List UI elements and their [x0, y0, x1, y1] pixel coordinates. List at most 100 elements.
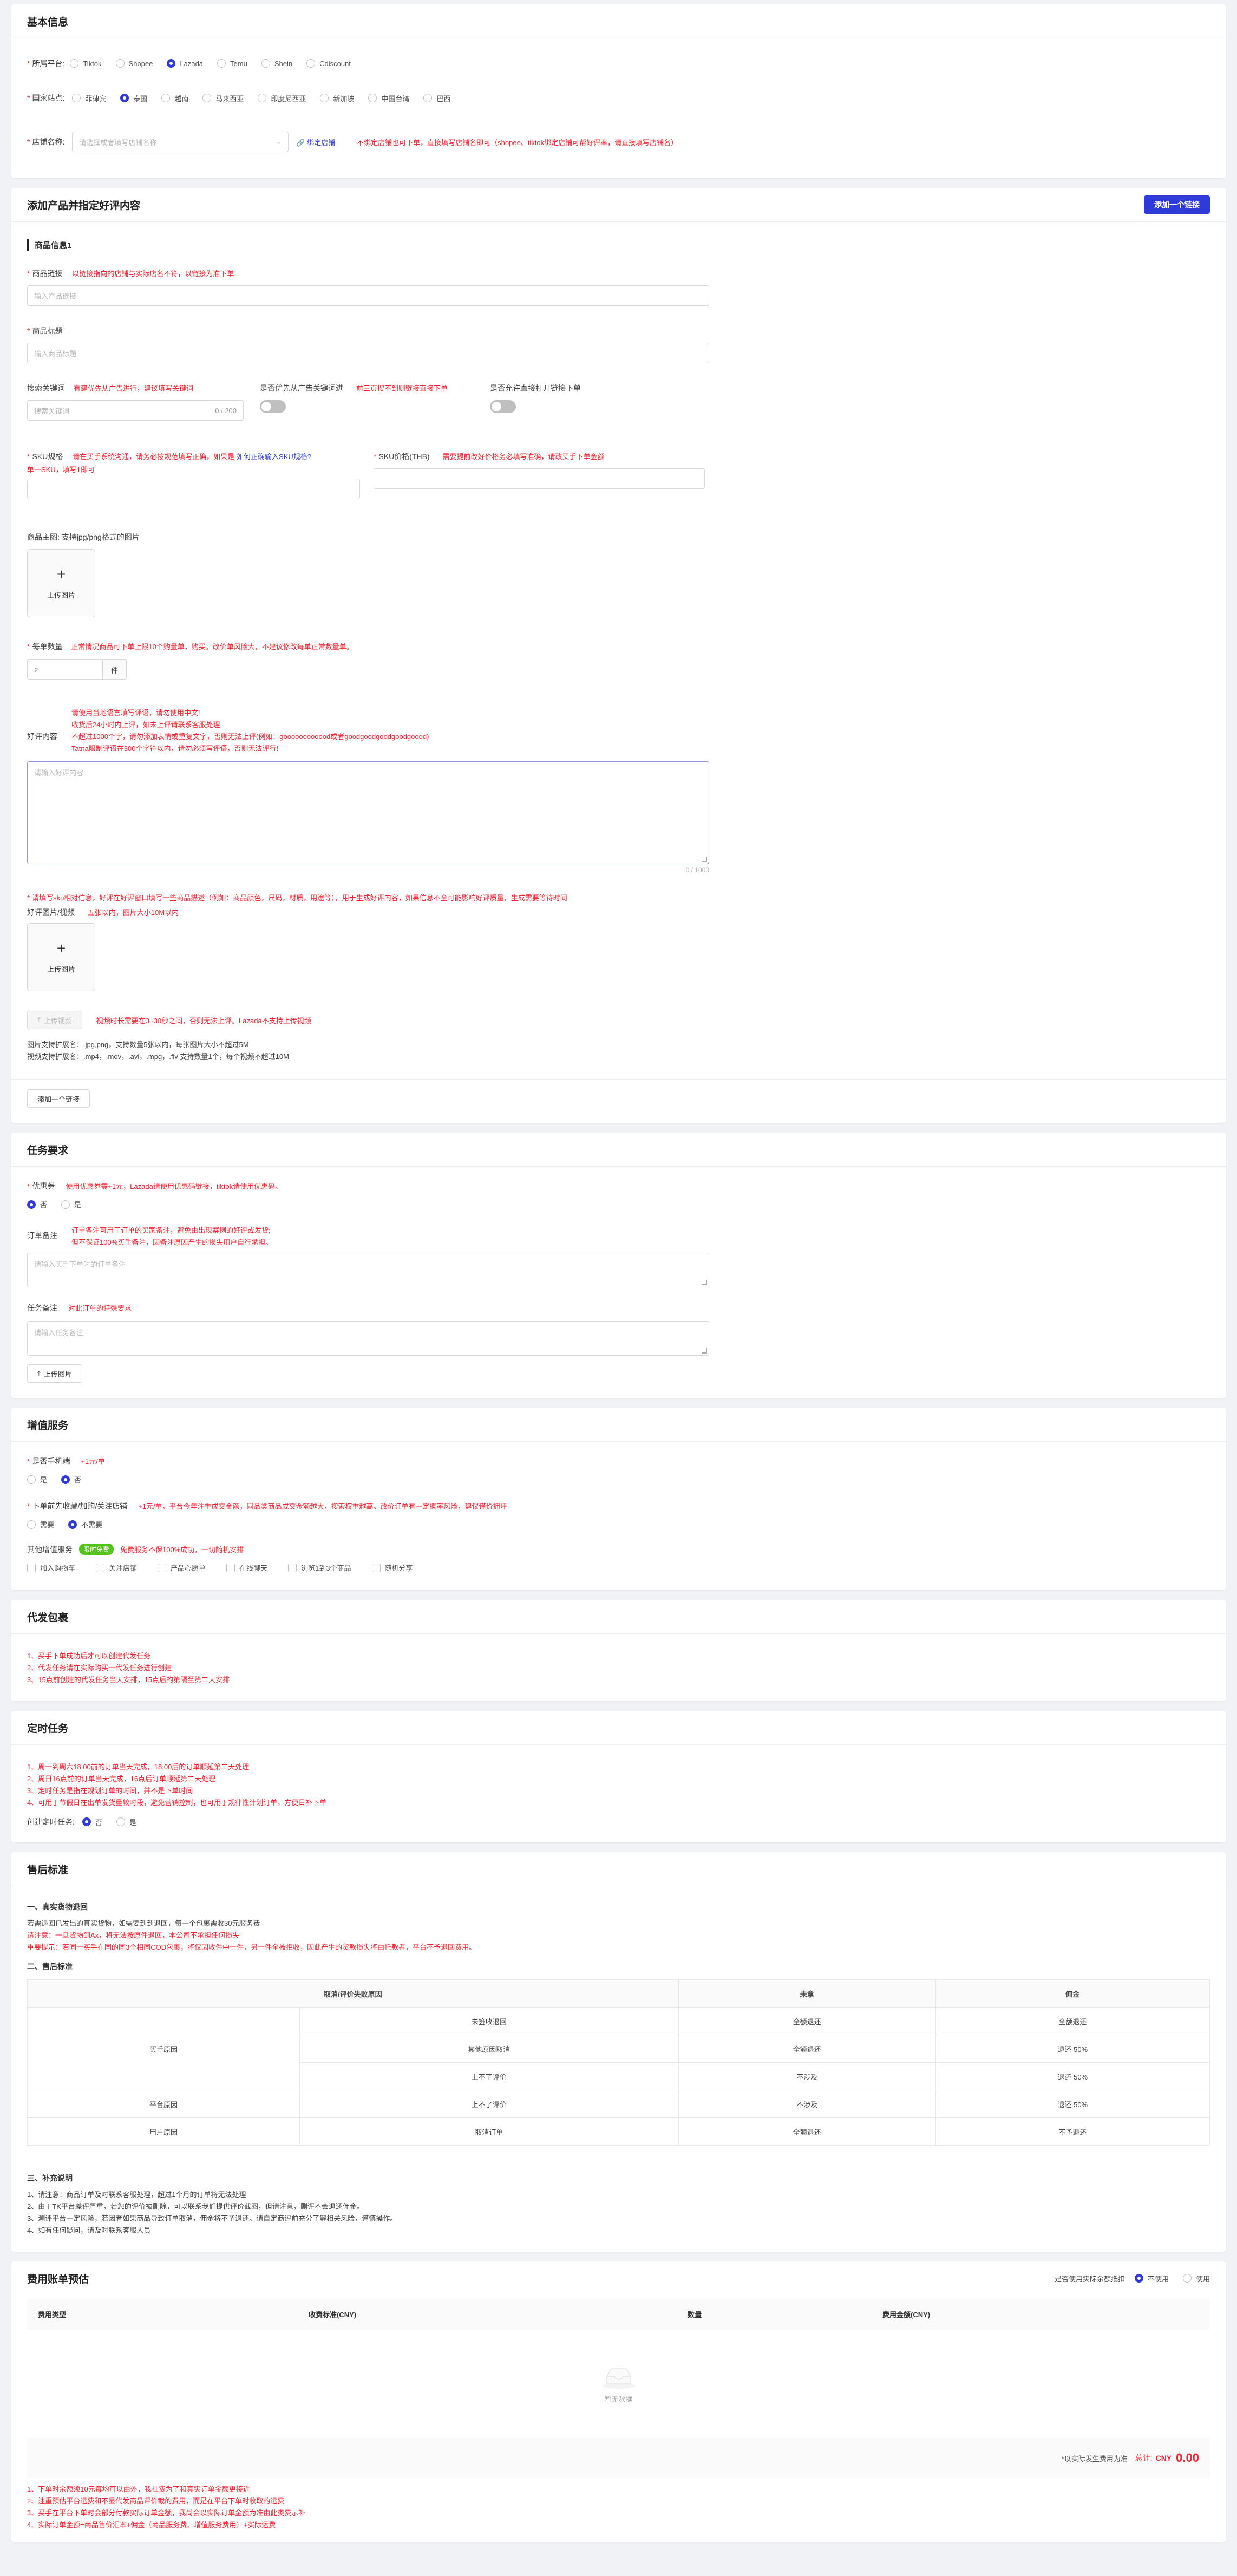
direct-open-switch[interactable] [490, 400, 516, 413]
table-cell-fee: 全额退还 [935, 2007, 1210, 2035]
order-note-textarea[interactable]: 请输入买手下单时的订单备注 [27, 1253, 709, 1287]
platform-label: 所属平台: [27, 58, 64, 69]
review-hint-4: Tatna限制评语在300个字符以内，请勿必须写评语，否则无法评行! [71, 744, 279, 753]
add-link-bottom-button[interactable]: 添加一个链接 [27, 1089, 90, 1108]
table-row: 用户原因 取消订单 全额退还 不予退还 [27, 2117, 1210, 2146]
upload-icon: ⤒ [37, 1369, 41, 1377]
upload-icon: ⤒ [37, 1016, 41, 1024]
ad-keyword-label: 是否优先从广告关键词进 [260, 384, 343, 393]
country-option-my[interactable]: 马来西亚 [202, 93, 244, 103]
platform-option-cdiscount[interactable]: Cdiscount [306, 59, 351, 68]
keyword-count: 0 / 200 [215, 406, 237, 415]
fee-empty-state: 暂无数据 [27, 2330, 1210, 2438]
review-textarea[interactable]: 请输入好评内容 [27, 761, 709, 864]
stock-hint: +1元/单，平台今年注重成交金额，同品类商品成交金额越大，搜索权重越高。改价订单… [138, 1502, 507, 1511]
order-note-hint-1: 订单备注可用于订单的买家备注，避免由出现案例的好评或发货; [71, 1226, 271, 1234]
shop-select[interactable]: 请选择或者填写店铺名称 ⌄ [72, 132, 289, 152]
country-option-tw[interactable]: 中国台湾 [368, 93, 409, 103]
table-cell-reason: 其他原因取消 [299, 2035, 679, 2063]
fee-total-bar: *以实际发生费用为准 总计: CNY 0.00 [27, 2438, 1210, 2478]
coupon-hint: 使用优惠券需+1元，Lazada请使用优惠码链接，tiktok请使用优惠码。 [66, 1182, 283, 1191]
table-cell-reason: 未签收退回 [299, 2007, 679, 2035]
country-option-sg[interactable]: 新加坡 [320, 93, 354, 103]
sku-input[interactable] [27, 479, 360, 499]
phone-options: 是 否 [27, 1474, 1210, 1485]
schedule-create-row: 创建定时任务: 否 是 [27, 1816, 1210, 1827]
review-photo-upload[interactable]: + 上传图片 [27, 923, 95, 991]
phone-option-yes[interactable]: 是 [27, 1474, 47, 1485]
aftersale-title: 售后标准 [11, 1852, 1226, 1886]
free-tag: 限时免费 [79, 1544, 114, 1555]
schedule-option-yes[interactable]: 是 [116, 1817, 136, 1827]
phone-hint: +1元/单 [81, 1457, 105, 1466]
aftersale-p1: 若需退回已发出的真实货物，如需要到到退回，每一个包裹需收30元服务费 [27, 1919, 260, 1927]
product-link-input[interactable]: 输入产品链接 [27, 285, 709, 306]
review-block: 好评内容 请使用当地语言填写评语，请勿使用中文! 收货后24小时内上评，如未上评… [27, 707, 1210, 874]
sku-price-hint: 需要提前改好价格务必填写准确，请改买手下单金额 [442, 453, 605, 461]
coupon-option-yes[interactable]: 是 [61, 1199, 81, 1209]
aftersale-note-3: 3、测评平台一定风险，若因者如果商品导致订单取消，佣金将不予退还。请自定商评前充… [27, 2214, 397, 2222]
sku-price-label: SKU价格(THB) [374, 452, 430, 461]
ad-keyword-switch[interactable] [260, 400, 286, 413]
platform-option-tiktok[interactable]: Tiktok [70, 59, 102, 68]
table-header-reason: 取消/评价失败原因 [27, 1979, 679, 2008]
schedule-create-label: 创建定时任务: [27, 1817, 75, 1826]
keyword-row: 搜索关键词 有建优先从广告进行，建议填写关键词 搜索关键词 0 / 200 是否优… [27, 383, 1210, 421]
sku-hint: 请在买手系统沟通，请务必按规范填写正确，如果是 [73, 453, 235, 461]
platform-row: 所属平台: Tiktok Shopee Lazada Temu Shein Cd… [27, 58, 1210, 69]
keyword-input[interactable]: 搜索关键词 0 / 200 [27, 400, 244, 421]
sku-price-input[interactable] [374, 468, 705, 489]
option-follow-shop[interactable]: 关注店铺 [96, 1562, 137, 1573]
option-wishlist[interactable]: 产品心愿单 [158, 1562, 206, 1573]
quantity-block: 每单数量 正常情况商品可下单上限10个购量单，购买。改价单风险大，不建议修改每单… [27, 641, 1210, 680]
basic-info-title: 基本信息 [11, 4, 1226, 38]
task-note-textarea[interactable]: 请输入任务备注 [27, 1321, 709, 1356]
platform-option-temu[interactable]: Temu [217, 59, 247, 68]
country-option-id[interactable]: 印度尼西亚 [258, 93, 306, 103]
option-share[interactable]: 随机分享 [371, 1562, 413, 1573]
bind-shop-link[interactable]: 🔗 绑定店铺 [296, 137, 335, 147]
keyword-label: 搜索关键词 [27, 384, 65, 393]
table-cell-not: 不涉及 [678, 2062, 936, 2090]
sku-hint-single: 单一SKU，填写1即可 [27, 466, 95, 474]
upload-video-button[interactable]: ⤒ 上传视频 [27, 1011, 82, 1029]
balance-option-no[interactable]: 不使用 [1134, 2273, 1169, 2284]
add-link-button[interactable]: 添加一个链接 [1144, 195, 1210, 214]
coupon-option-no[interactable]: 否 [27, 1199, 47, 1209]
sku-help-link[interactable]: 如何正确输入SKU规格? [237, 453, 311, 461]
value-title: 增值服务 [11, 1408, 1226, 1442]
schedule-line-3: 3、定时任务是指在规划订单的时间，并不是下单时间 [27, 1787, 193, 1795]
platform-option-shein[interactable]: Shein [261, 59, 292, 68]
country-option-th[interactable]: 泰国 [120, 93, 147, 103]
option-browse[interactable]: 浏览1到3个商品 [288, 1562, 351, 1573]
stock-option-need[interactable]: 需要 [27, 1519, 54, 1529]
schedule-line-1: 1、周一到周六18:00前的订单当天完成，18:00后的订单顺延第二天处理 [27, 1763, 250, 1771]
fee-card: 费用账单预估 是否使用实际余额抵扣 不使用 使用 费用类型 收费标准(CNY) … [11, 2261, 1226, 2542]
schedule-line-2: 2、周日16点前的订单当天完成，16点后订单顺延第二天处理 [27, 1775, 216, 1783]
phone-option-no[interactable]: 否 [61, 1474, 81, 1485]
fee-header-amount: 费用金额(CNY) [882, 2310, 931, 2319]
country-option-vn[interactable]: 越南 [161, 93, 188, 103]
option-chat[interactable]: 在线聊天 [226, 1562, 267, 1573]
product-card: 添加产品并指定好评内容 添加一个链接 商品信息1 商品链接 以链接指向的店铺与实… [11, 188, 1226, 1123]
order-note-hint-2: 但不保证100%买手备注，因备注原因产生的损失用户自行承担。 [71, 1238, 273, 1246]
product-name-input[interactable]: 输入商品标题 [27, 343, 709, 363]
platform-option-lazada[interactable]: Lazada [167, 59, 203, 68]
schedule-option-no[interactable]: 否 [82, 1817, 102, 1827]
country-option-ph[interactable]: 菲律宾 [72, 93, 106, 103]
shop-placeholder: 请选择或者填写店铺名称 [79, 138, 157, 147]
coupon-label: 优惠券 [27, 1182, 55, 1191]
phone-label: 是否手机端 [27, 1457, 70, 1466]
country-option-br[interactable]: 巴西 [423, 93, 450, 103]
fee-header-standard: 收费标准(CNY) [309, 2310, 357, 2319]
fee-header-type: 费用类型 [38, 2310, 67, 2319]
option-add-cart[interactable]: 加入购物车 [27, 1562, 75, 1573]
main-image-upload[interactable]: + 上传图片 [27, 549, 95, 617]
task-upload-image-button[interactable]: ⤒ 上传图片 [27, 1364, 82, 1383]
stock-option-no-need[interactable]: 不需要 [68, 1519, 102, 1529]
balance-option-yes[interactable]: 使用 [1182, 2273, 1210, 2284]
value-card: 增值服务 是否手机端 +1元/单 是 否 下单前先收藏/加购/关注店铺 +1元/… [11, 1408, 1226, 1590]
table-header-fee: 佣金 [935, 1979, 1210, 2008]
platform-option-shopee[interactable]: Shopee [115, 59, 153, 68]
quantity-input[interactable]: 2 [27, 659, 103, 680]
